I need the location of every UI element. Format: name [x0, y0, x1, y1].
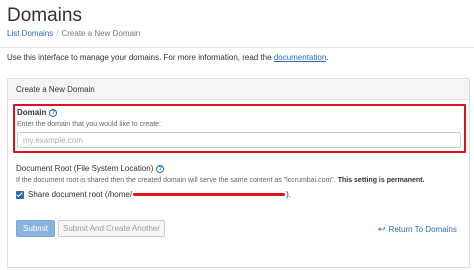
docroot-hint: If the document root is shared then the … — [16, 177, 424, 184]
submit-and-create-another-button[interactable]: Submit And Create Another — [58, 220, 165, 237]
share-docroot-row: Share document root (/home/). — [16, 190, 291, 199]
docroot-permanent-note: This setting is permanent. — [337, 177, 425, 184]
panel-heading: Create a New Domain — [8, 79, 469, 100]
docroot-label-row: Document Root (File System Location)? — [16, 164, 165, 173]
breadcrumb-current: Create a New Domain — [61, 29, 141, 38]
intro-body: Use this interface to manage your domain… — [7, 53, 274, 62]
docroot-label: Document Root (File System Location) — [16, 164, 154, 173]
back-arrow-icon: ↩ — [378, 224, 386, 234]
documentation-link[interactable]: documentation — [274, 53, 326, 62]
domain-label: Domain — [17, 108, 47, 117]
submit-button[interactable]: Submit — [16, 220, 55, 237]
domain-hint: Enter the domain that you would like to … — [17, 121, 161, 128]
intro-text: Use this interface to manage your domain… — [7, 53, 329, 62]
return-to-domains-link[interactable]: ↩ Return To Domains — [378, 224, 457, 235]
domain-input[interactable] — [17, 132, 461, 148]
docroot-hint-text: If the document root is shared then the … — [16, 177, 336, 184]
return-to-domains-label: Return To Domains — [388, 225, 457, 234]
page-title: Domains — [7, 5, 82, 26]
help-circle-icon[interactable]: ? — [156, 164, 165, 173]
help-circle-icon[interactable]: ? — [49, 108, 58, 117]
redaction-mark — [133, 193, 286, 196]
share-docroot-label-suffix: ). — [286, 190, 291, 199]
share-docroot-checkbox[interactable] — [16, 190, 24, 199]
domain-label-row: Domain? — [17, 108, 58, 117]
breadcrumb-list-domains-link[interactable]: List Domains — [7, 29, 53, 38]
breadcrumb: List Domains / Create a New Domain — [7, 29, 140, 38]
page-header: Domains List Domains / Create a New Domain — [0, 0, 474, 48]
intro-suffix: . — [326, 53, 329, 62]
share-docroot-label-prefix: Share document root (/home/ — [28, 190, 133, 199]
